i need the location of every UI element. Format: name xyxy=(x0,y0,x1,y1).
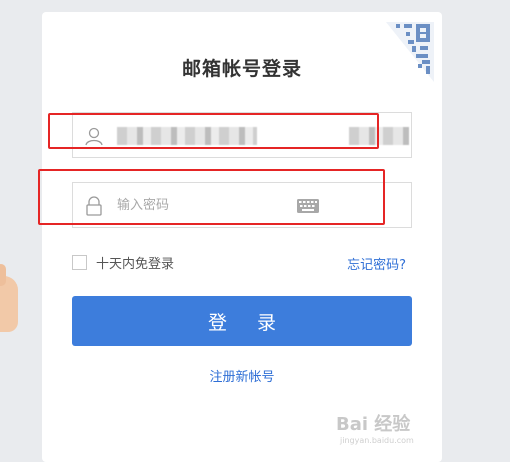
annotation-box-username xyxy=(48,113,379,149)
watermark: Bai 经验 jingyan.baidu.com xyxy=(336,408,428,448)
forgot-password-link[interactable]: 忘记密码? xyxy=(347,254,406,273)
watermark-url: jingyan.baidu.com xyxy=(340,436,414,445)
page-title: 邮箱帐号登录 xyxy=(181,58,302,80)
hand-image xyxy=(0,264,18,332)
annotation-box-password xyxy=(38,169,385,225)
login-card: 邮箱帐号登录 十天内免登录 忘记密码? 登 录 注册新帐号 Bai 经验 jin… xyxy=(42,12,442,462)
remember-checkbox[interactable] xyxy=(72,254,87,270)
login-button[interactable]: 登 录 xyxy=(72,296,412,346)
watermark-logo: Bai 经验 xyxy=(336,414,411,435)
register-link[interactable]: 注册新帐号 xyxy=(42,366,442,385)
remember-option[interactable]: 十天内免登录 xyxy=(72,252,174,272)
remember-label: 十天内免登录 xyxy=(96,256,175,272)
